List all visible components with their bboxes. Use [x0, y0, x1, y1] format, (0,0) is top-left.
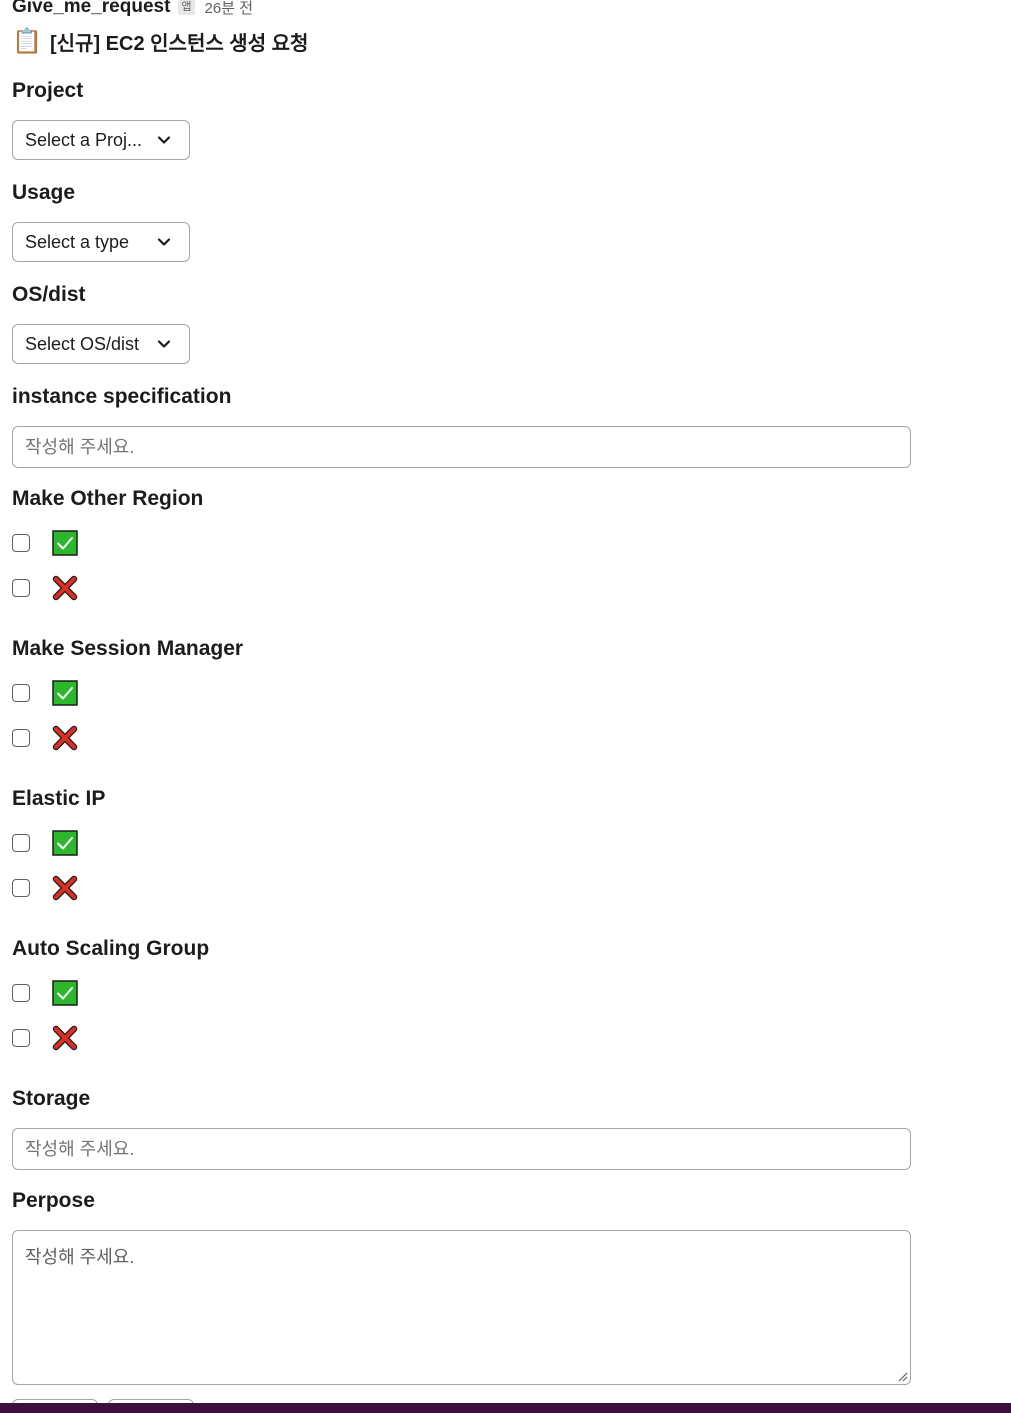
elastic-ip-label: Elastic IP — [12, 787, 106, 810]
checkbox[interactable] — [12, 984, 30, 1002]
storage-label: Storage — [12, 1087, 91, 1110]
chevron-down-icon — [157, 238, 171, 246]
make-other-region-yes-option[interactable] — [12, 530, 78, 556]
chevron-down-icon — [157, 340, 171, 348]
project-select-value: Select a Proj... — [25, 129, 143, 150]
auto-scaling-group-label: Auto Scaling Group — [12, 937, 210, 960]
checkbox[interactable] — [12, 579, 30, 597]
timestamp[interactable]: 26분 전 — [205, 0, 253, 18]
message-header: Give_me_request 앱 26분 전 — [12, 0, 253, 20]
bottom-bar — [0, 1403, 1011, 1413]
checkbox[interactable] — [12, 879, 30, 897]
white-check-mark-icon — [52, 830, 78, 856]
x-mark-icon — [52, 725, 78, 751]
purpose-label: Perpose — [12, 1189, 95, 1212]
white-check-mark-icon — [52, 530, 78, 556]
project-select[interactable]: Select a Proj... — [12, 120, 190, 160]
checkbox[interactable] — [12, 834, 30, 852]
purpose-placeholder: 작성해 주세요. — [25, 1247, 135, 1267]
make-session-manager-label: Make Session Manager — [12, 637, 244, 660]
purpose-textarea[interactable]: 작성해 주세요. — [12, 1230, 911, 1385]
storage-input[interactable] — [12, 1128, 911, 1170]
make-session-manager-no-option[interactable] — [12, 725, 78, 751]
x-mark-icon — [52, 1025, 78, 1051]
make-other-region-no-option[interactable] — [12, 575, 78, 601]
checkbox[interactable] — [12, 1029, 30, 1047]
auto-scaling-group-yes-option[interactable] — [12, 980, 78, 1006]
white-check-mark-icon — [52, 680, 78, 706]
instance-spec-input[interactable] — [12, 426, 911, 468]
checkbox[interactable] — [12, 534, 30, 552]
os-dist-label: OS/dist — [12, 283, 86, 306]
white-check-mark-icon — [52, 980, 78, 1006]
x-mark-icon — [52, 575, 78, 601]
checkbox[interactable] — [12, 684, 30, 702]
usage-label: Usage — [12, 181, 76, 204]
os-dist-select-value: Select OS/dist — [25, 333, 140, 354]
os-dist-select[interactable]: Select OS/dist — [12, 324, 190, 364]
message-title: [신규] EC2 인스턴스 생성 요청 — [50, 32, 309, 55]
message-title-row: 📋 [신규] EC2 인스턴스 생성 요청 — [12, 25, 308, 57]
x-mark-icon — [52, 875, 78, 901]
make-session-manager-yes-option[interactable] — [12, 680, 78, 706]
clipboard-icon: 📋 — [12, 27, 42, 55]
sender-name[interactable]: Give_me_request — [12, 0, 170, 18]
app-badge: 앱 — [178, 0, 195, 15]
elastic-ip-no-option[interactable] — [12, 875, 78, 901]
project-label: Project — [12, 79, 84, 102]
chevron-down-icon — [157, 136, 171, 144]
elastic-ip-yes-option[interactable] — [12, 830, 78, 856]
usage-select[interactable]: Select a type — [12, 222, 190, 262]
usage-select-value: Select a type — [25, 231, 130, 252]
checkbox[interactable] — [12, 729, 30, 747]
auto-scaling-group-no-option[interactable] — [12, 1025, 78, 1051]
instance-spec-label: instance specification — [12, 385, 232, 408]
resize-handle-icon[interactable] — [896, 1370, 908, 1382]
make-other-region-label: Make Other Region — [12, 487, 204, 510]
